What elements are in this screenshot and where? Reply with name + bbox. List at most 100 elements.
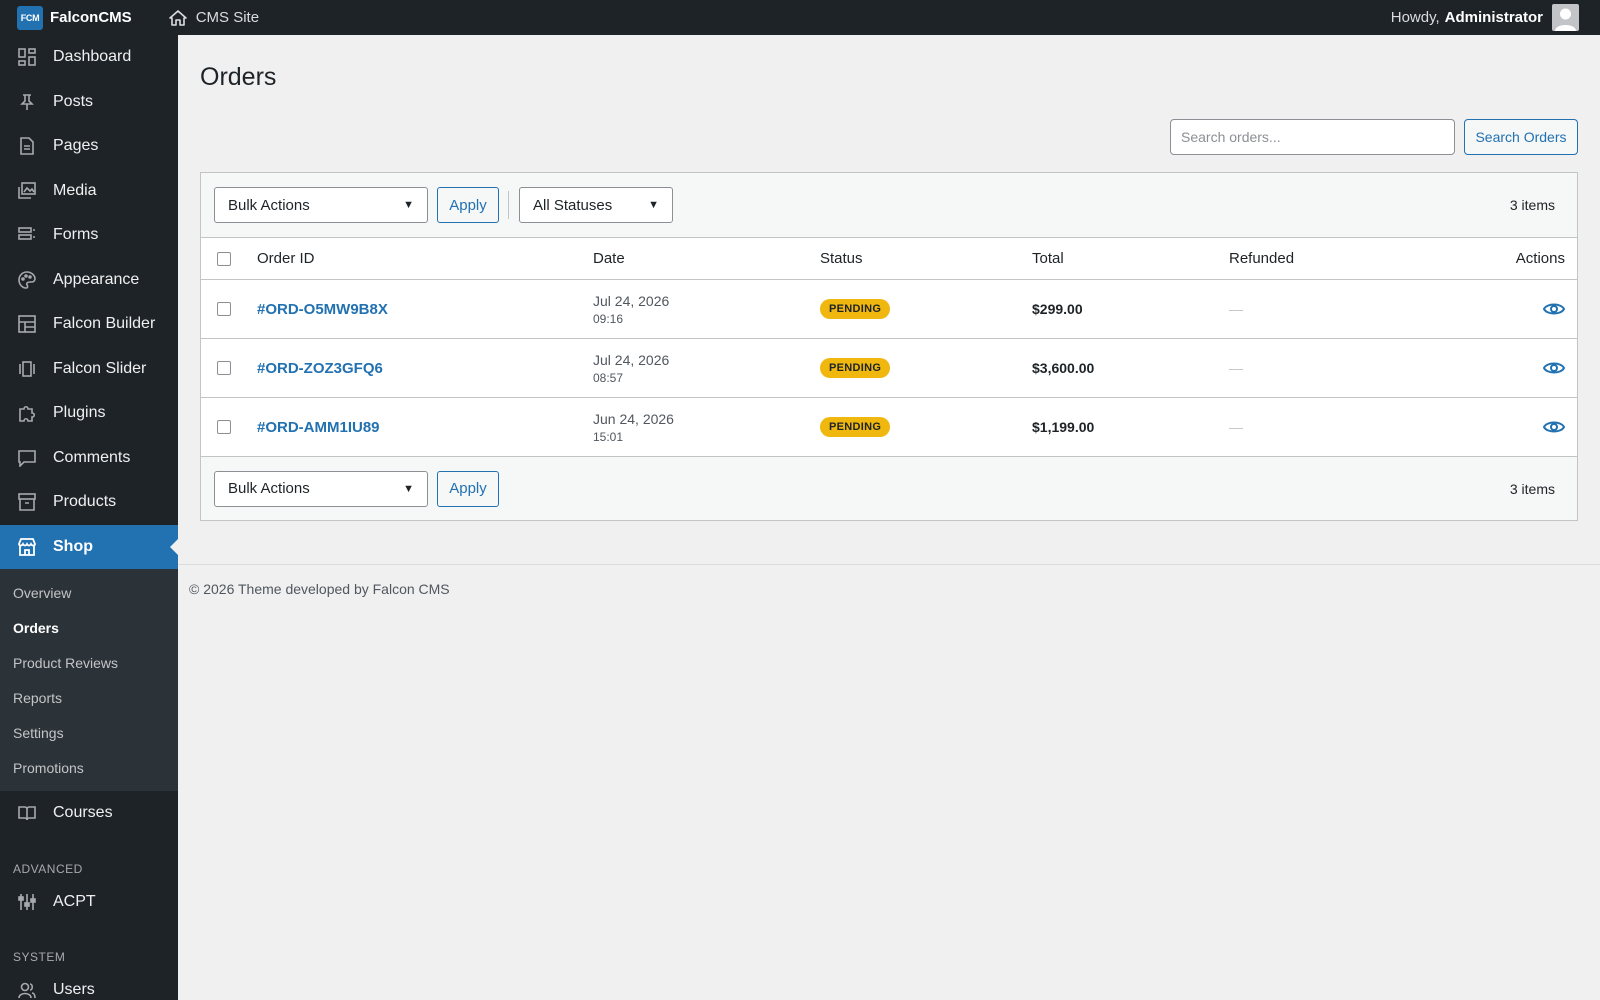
- sidebar-item-label: Shop: [53, 537, 93, 555]
- brand-name: FalconCMS: [50, 9, 132, 26]
- main-content: Orders Search Orders Bulk Actions ▼ Appl…: [178, 35, 1600, 1000]
- brand-link[interactable]: FCM FalconCMS: [17, 0, 132, 35]
- sidebar-item-courses[interactable]: Courses: [0, 791, 178, 836]
- site-label: CMS Site: [195, 9, 260, 26]
- row-checkbox[interactable]: [217, 302, 231, 316]
- status-badge: PENDING: [820, 299, 891, 319]
- dashboard-icon: [17, 47, 37, 67]
- sidebar-item-pages[interactable]: Pages: [0, 124, 178, 169]
- order-time: 08:57: [593, 370, 624, 385]
- table-row: #ORD-O5MW9B8X Jul 24, 2026 09:16 PENDING …: [201, 280, 1577, 339]
- apply-button[interactable]: Apply: [437, 187, 499, 223]
- palette-icon: [17, 270, 37, 290]
- column-header-order-id[interactable]: Order ID: [257, 238, 593, 280]
- sidebar-item-label: Forms: [53, 226, 99, 244]
- sidebar-item-label: Courses: [53, 804, 113, 822]
- submenu-item-settings[interactable]: Settings: [0, 715, 178, 750]
- sidebar-item-label: Users: [53, 981, 95, 999]
- page-icon: [17, 136, 37, 156]
- site-link[interactable]: CMS Site: [168, 9, 260, 26]
- sidebar-item-posts[interactable]: Posts: [0, 80, 178, 125]
- page-title: Orders: [200, 63, 277, 91]
- sidebar-item-label: Media: [53, 181, 97, 199]
- footer-credit: © 2026 Theme developed by Falcon CMS: [189, 581, 450, 597]
- sidebar-item-appearance[interactable]: Appearance: [0, 258, 178, 303]
- plugin-icon: [17, 403, 37, 423]
- bulk-actions-select[interactable]: Bulk Actions ▼: [214, 187, 428, 223]
- bulk-actions-select-bottom[interactable]: Bulk Actions ▼: [214, 470, 428, 507]
- order-id-link[interactable]: #ORD-AMM1IU89: [257, 419, 380, 436]
- sidebar-item-label: Products: [53, 493, 117, 511]
- sidebar-item-label: Falcon Slider: [53, 359, 147, 377]
- search-input[interactable]: [1170, 119, 1455, 155]
- submenu-item-overview[interactable]: Overview: [0, 575, 178, 610]
- select-all-checkbox[interactable]: [217, 251, 231, 266]
- order-date: Jun 24, 2026: [593, 410, 674, 427]
- submenu-item-product-reviews[interactable]: Product Reviews: [0, 645, 178, 680]
- refunded-value: —: [1229, 360, 1243, 376]
- eye-icon: [1543, 362, 1565, 374]
- refunded-value: —: [1229, 419, 1243, 435]
- eye-icon: [1543, 421, 1565, 433]
- account-menu[interactable]: Howdy, Administrator: [1391, 4, 1579, 31]
- orders-table-container: Bulk Actions ▼ Apply All Statuses ▼ 3 it…: [200, 172, 1578, 521]
- avatar: [1552, 4, 1579, 31]
- sidebar-item-products[interactable]: Products: [0, 480, 178, 525]
- row-checkbox[interactable]: [217, 420, 231, 434]
- order-id-link[interactable]: #ORD-O5MW9B8X: [257, 301, 388, 318]
- status-badge: PENDING: [820, 417, 891, 437]
- column-header-status: Status: [820, 250, 863, 267]
- sidebar-item-falcon-builder[interactable]: Falcon Builder: [0, 302, 178, 347]
- sidebar-item-comments[interactable]: Comments: [0, 436, 178, 481]
- chevron-down-icon: ▼: [403, 482, 414, 495]
- order-time: 09:16: [593, 311, 624, 326]
- sliders-icon: [17, 892, 37, 912]
- footer-divider: [178, 564, 1600, 565]
- tablenav-top: Bulk Actions ▼ Apply All Statuses ▼ 3 it…: [201, 173, 1577, 237]
- media-icon: [17, 181, 37, 201]
- sidebar-item-media[interactable]: Media: [0, 169, 178, 214]
- items-count: 3 items: [1509, 197, 1555, 213]
- submenu-item-promotions[interactable]: Promotions: [0, 750, 178, 785]
- column-header-date[interactable]: Date: [593, 238, 820, 280]
- view-order-button[interactable]: [1429, 301, 1577, 317]
- order-date: Jul 24, 2026: [593, 292, 670, 309]
- order-date: Jul 24, 2026: [593, 351, 670, 368]
- divider: [508, 191, 509, 219]
- orders-table: Order ID Date Status Total Refunded Acti…: [201, 237, 1577, 457]
- sidebar-item-falcon-slider[interactable]: Falcon Slider: [0, 347, 178, 392]
- section-label-system: SYSTEM: [13, 950, 66, 964]
- items-count-bottom: 3 items: [1509, 480, 1555, 497]
- eye-icon: [1543, 303, 1565, 315]
- status-filter-select[interactable]: All Statuses ▼: [519, 187, 673, 223]
- view-order-button[interactable]: [1429, 419, 1577, 435]
- user-name: Administrator: [1444, 9, 1543, 26]
- column-header-total[interactable]: Total: [1032, 238, 1229, 280]
- sidebar-item-label: Pages: [53, 137, 99, 155]
- order-time: 15:01: [593, 429, 624, 444]
- sidebar-item-users[interactable]: Users: [0, 968, 178, 1000]
- book-icon: [17, 803, 37, 823]
- submenu-item-reports[interactable]: Reports: [0, 680, 178, 715]
- tablenav-bottom: Bulk Actions ▼ Apply 3 items: [201, 457, 1577, 520]
- row-checkbox[interactable]: [217, 361, 231, 375]
- column-header-actions: Actions: [1515, 250, 1565, 267]
- apply-button-bottom[interactable]: Apply: [437, 470, 499, 507]
- search-orders-button[interactable]: Search Orders: [1464, 119, 1578, 155]
- sidebar: Dashboard Posts Pages Media Forms Appear…: [0, 35, 178, 1000]
- order-total: $299.00: [1032, 301, 1083, 317]
- order-id-link[interactable]: #ORD-ZOZ3GFQ6: [257, 360, 383, 377]
- sidebar-item-forms[interactable]: Forms: [0, 213, 178, 258]
- status-filter-value: All Statuses: [533, 196, 613, 214]
- sidebar-item-label: Posts: [53, 92, 94, 110]
- sidebar-item-shop[interactable]: Shop: [0, 524, 178, 569]
- view-order-button[interactable]: [1429, 360, 1577, 376]
- refunded-value: —: [1229, 301, 1243, 317]
- sidebar-item-acpt[interactable]: ACPT: [0, 880, 178, 925]
- comment-icon: [17, 448, 37, 468]
- sidebar-item-dashboard[interactable]: Dashboard: [0, 35, 178, 80]
- sidebar-item-plugins[interactable]: Plugins: [0, 391, 178, 436]
- bulk-actions-value: Bulk Actions: [228, 480, 310, 497]
- submenu-item-orders[interactable]: Orders: [0, 610, 178, 645]
- bulk-actions-value: Bulk Actions: [228, 196, 310, 214]
